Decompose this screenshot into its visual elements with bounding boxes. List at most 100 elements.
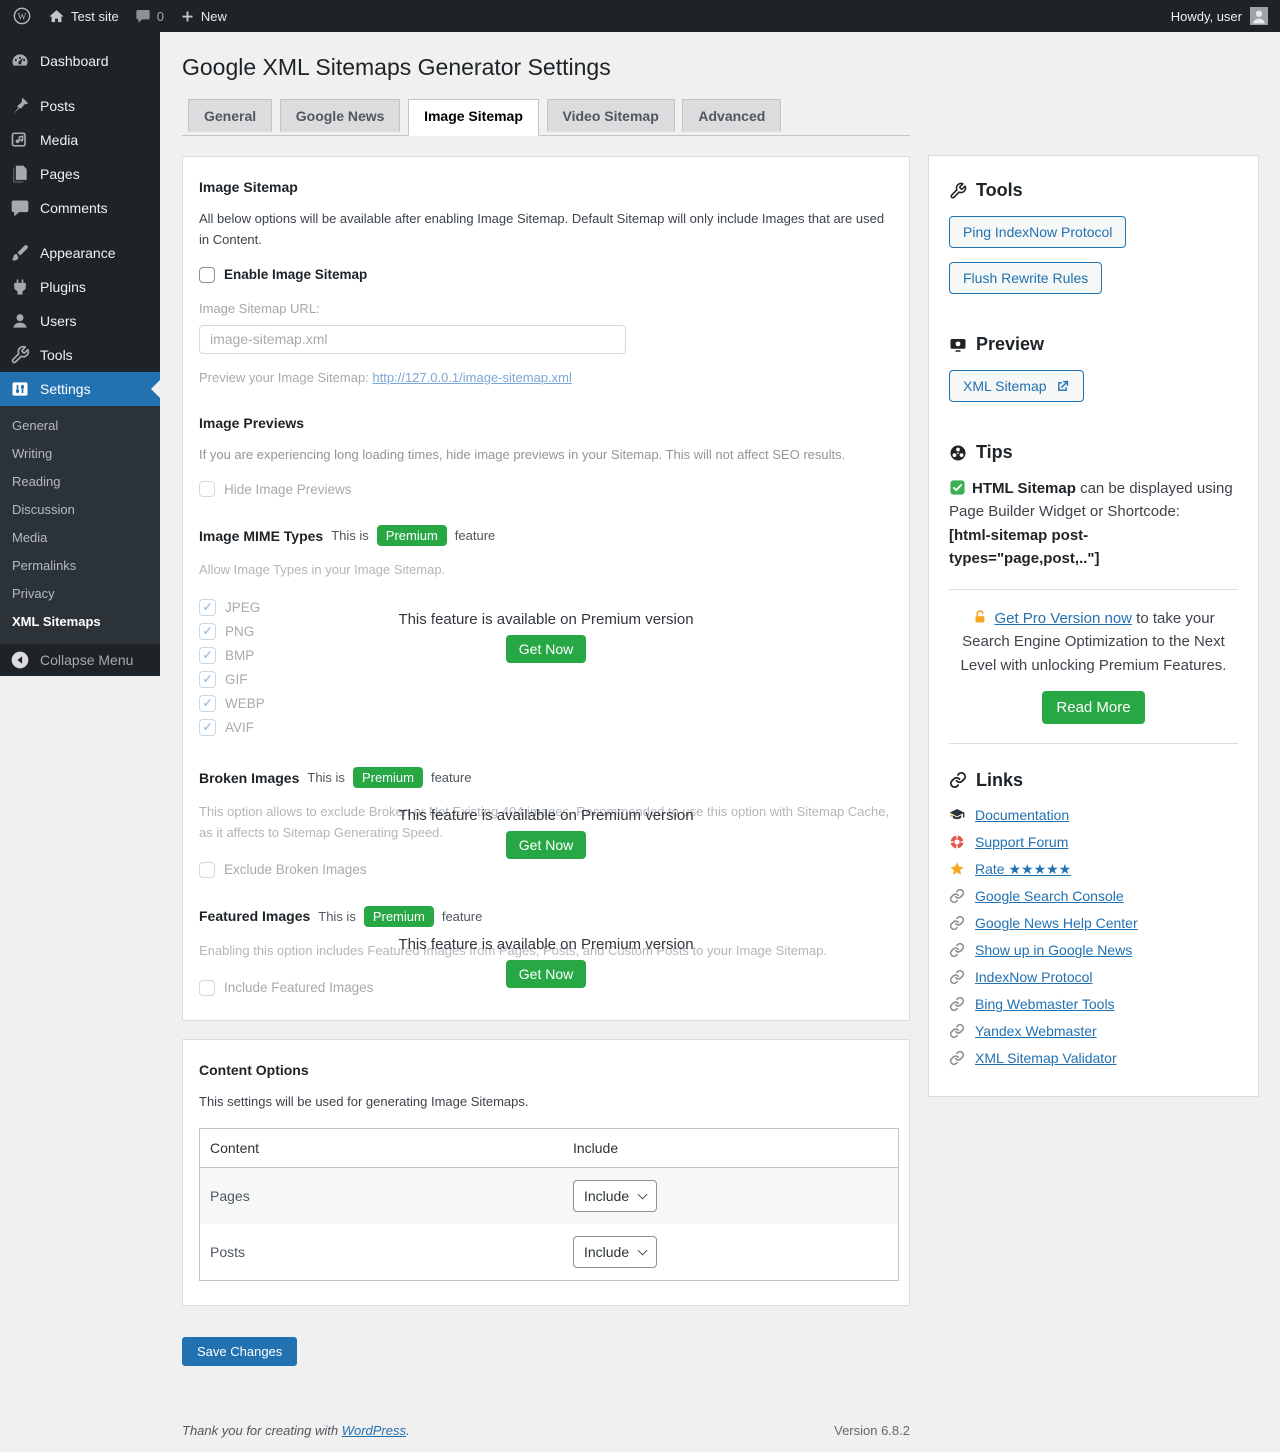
wrench-icon bbox=[949, 182, 967, 200]
sidebar-item-media[interactable]: Media bbox=[0, 123, 160, 157]
list-item: IndexNow Protocol bbox=[949, 968, 1238, 987]
tools-heading-row: Tools bbox=[949, 180, 1238, 201]
tip-bold: HTML Sitemap bbox=[972, 480, 1076, 497]
submenu-item-writing[interactable]: Writing bbox=[0, 440, 160, 468]
lifebuoy-icon bbox=[949, 834, 965, 850]
submenu-item-discussion[interactable]: Discussion bbox=[0, 496, 160, 524]
comments-bubble[interactable]: 0 bbox=[135, 8, 164, 24]
external-link-icon bbox=[1055, 379, 1070, 394]
tab-advanced[interactable]: Advanced bbox=[682, 99, 781, 132]
users-icon bbox=[10, 311, 30, 331]
footer-period: . bbox=[406, 1423, 410, 1438]
dashboard-icon bbox=[10, 51, 30, 71]
sidebar-item-comments[interactable]: Comments bbox=[0, 191, 160, 225]
tab-google-news[interactable]: Google News bbox=[280, 99, 401, 132]
ping-indexnow-button[interactable]: Ping IndexNow Protocol bbox=[949, 216, 1126, 248]
premium-overlay: This feature is available on Premium ver… bbox=[199, 936, 893, 988]
table-row: Posts Include bbox=[200, 1224, 899, 1281]
chevron-down-icon bbox=[638, 1246, 648, 1256]
preview-heading-row: Preview bbox=[949, 334, 1238, 355]
appearance-icon bbox=[10, 243, 30, 263]
wordpress-logo-icon[interactable]: W bbox=[12, 6, 32, 26]
tab-video-sitemap[interactable]: Video Sitemap bbox=[547, 99, 675, 132]
rate-link[interactable]: Rate ★★★★★ bbox=[975, 861, 1071, 878]
flush-rewrite-button[interactable]: Flush Rewrite Rules bbox=[949, 262, 1102, 294]
avatar bbox=[1250, 7, 1268, 25]
check-square-icon bbox=[949, 479, 966, 496]
exclude-broken-images-label: Exclude Broken Images bbox=[224, 862, 367, 877]
tab-image-sitemap[interactable]: Image Sitemap bbox=[408, 99, 539, 136]
yandex-webmaster-link[interactable]: Yandex Webmaster bbox=[975, 1023, 1097, 1039]
sidebar-item-tools[interactable]: Tools bbox=[0, 338, 160, 372]
collapse-menu-button[interactable]: Collapse Menu bbox=[0, 644, 160, 676]
account-menu[interactable]: Howdy, user bbox=[1171, 7, 1268, 25]
site-name-link[interactable]: Test site bbox=[48, 8, 119, 25]
submenu-item-permalinks[interactable]: Permalinks bbox=[0, 552, 160, 580]
tools-icon bbox=[10, 345, 30, 365]
row-label-posts: Posts bbox=[200, 1224, 563, 1281]
link-icon bbox=[949, 1023, 965, 1039]
mime-types-heading: Image MIME Types bbox=[199, 528, 323, 544]
get-now-button[interactable]: Get Now bbox=[506, 635, 586, 663]
read-more-button[interactable]: Read More bbox=[1042, 691, 1144, 724]
sidebar-item-dashboard[interactable]: Dashboard bbox=[0, 44, 160, 78]
premium-overlay: This feature is available on Premium ver… bbox=[199, 611, 893, 663]
posts-include-select[interactable]: Include bbox=[573, 1236, 657, 1268]
link-icon bbox=[949, 771, 967, 789]
divider bbox=[949, 589, 1238, 590]
howdy-text: Howdy, user bbox=[1171, 9, 1242, 24]
exclude-broken-images-checkbox bbox=[199, 862, 215, 878]
hide-image-previews-label: Hide Image Previews bbox=[224, 482, 352, 497]
submenu-item-general[interactable]: General bbox=[0, 412, 160, 440]
tools-heading: Tools bbox=[976, 180, 1023, 201]
support-forum-link[interactable]: Support Forum bbox=[975, 834, 1068, 850]
list-item: Google News Help Center bbox=[949, 914, 1238, 933]
xml-sitemap-validator-link[interactable]: XML Sitemap Validator bbox=[975, 1050, 1117, 1066]
bing-webmaster-link[interactable]: Bing Webmaster Tools bbox=[975, 996, 1115, 1012]
get-now-button[interactable]: Get Now bbox=[506, 960, 586, 988]
submenu-item-media[interactable]: Media bbox=[0, 524, 160, 552]
premium-overlay-text: This feature is available on Premium ver… bbox=[199, 611, 893, 628]
google-search-console-link[interactable]: Google Search Console bbox=[975, 888, 1124, 904]
home-icon bbox=[48, 8, 65, 25]
indexnow-protocol-link[interactable]: IndexNow Protocol bbox=[975, 969, 1093, 985]
table-header-content: Content bbox=[200, 1129, 563, 1168]
submenu-item-xml-sitemaps[interactable]: XML Sitemaps bbox=[0, 608, 160, 636]
google-news-help-link[interactable]: Google News Help Center bbox=[975, 915, 1138, 931]
main-content: Google XML Sitemaps Generator Settings G… bbox=[160, 32, 1280, 1343]
premium-badge: Premium bbox=[364, 906, 434, 927]
admin-sidebar: Dashboard Posts Media Pages Comments App… bbox=[0, 32, 160, 676]
documentation-link[interactable]: Documentation bbox=[975, 807, 1069, 823]
media-icon bbox=[10, 130, 30, 150]
submenu-item-privacy[interactable]: Privacy bbox=[0, 580, 160, 608]
show-up-google-news-link[interactable]: Show up in Google News bbox=[975, 942, 1132, 958]
preview-sitemap-link[interactable]: http://127.0.0.1/image-sitemap.xml bbox=[372, 370, 571, 385]
sidebar-item-appearance[interactable]: Appearance bbox=[0, 236, 160, 270]
premium-suffix: feature bbox=[455, 528, 495, 543]
sidebar-item-pages[interactable]: Pages bbox=[0, 157, 160, 191]
sidebar-item-plugins[interactable]: Plugins bbox=[0, 270, 160, 304]
save-changes-button[interactable]: Save Changes bbox=[182, 1337, 297, 1366]
sidebar-item-label: Media bbox=[40, 132, 78, 148]
xml-sitemap-button[interactable]: XML Sitemap bbox=[949, 370, 1084, 402]
submenu-item-reading[interactable]: Reading bbox=[0, 468, 160, 496]
footer-version: Version 6.8.2 bbox=[834, 1423, 910, 1438]
get-now-button[interactable]: Get Now bbox=[506, 831, 586, 859]
enable-image-sitemap-checkbox[interactable] bbox=[199, 267, 215, 283]
select-value: Include bbox=[584, 1188, 629, 1204]
premium-prefix: This is bbox=[318, 909, 356, 924]
sidebar-item-settings[interactable]: Settings bbox=[0, 372, 160, 406]
wordpress-link[interactable]: WordPress bbox=[342, 1423, 406, 1438]
admin-bar: W Test site 0 New Howdy, user bbox=[0, 0, 1280, 32]
sidebar-item-label: Pages bbox=[40, 166, 80, 182]
get-pro-link[interactable]: Get Pro Version now bbox=[994, 610, 1132, 627]
star-icon bbox=[949, 861, 965, 877]
new-menu[interactable]: New bbox=[180, 9, 227, 24]
sidebar-item-users[interactable]: Users bbox=[0, 304, 160, 338]
comments-icon bbox=[10, 198, 30, 218]
tab-general[interactable]: General bbox=[188, 99, 272, 132]
sidebar-item-posts[interactable]: Posts bbox=[0, 89, 160, 123]
pages-include-select[interactable]: Include bbox=[573, 1180, 657, 1212]
list-item: Documentation bbox=[949, 806, 1238, 825]
site-name: Test site bbox=[71, 9, 119, 24]
